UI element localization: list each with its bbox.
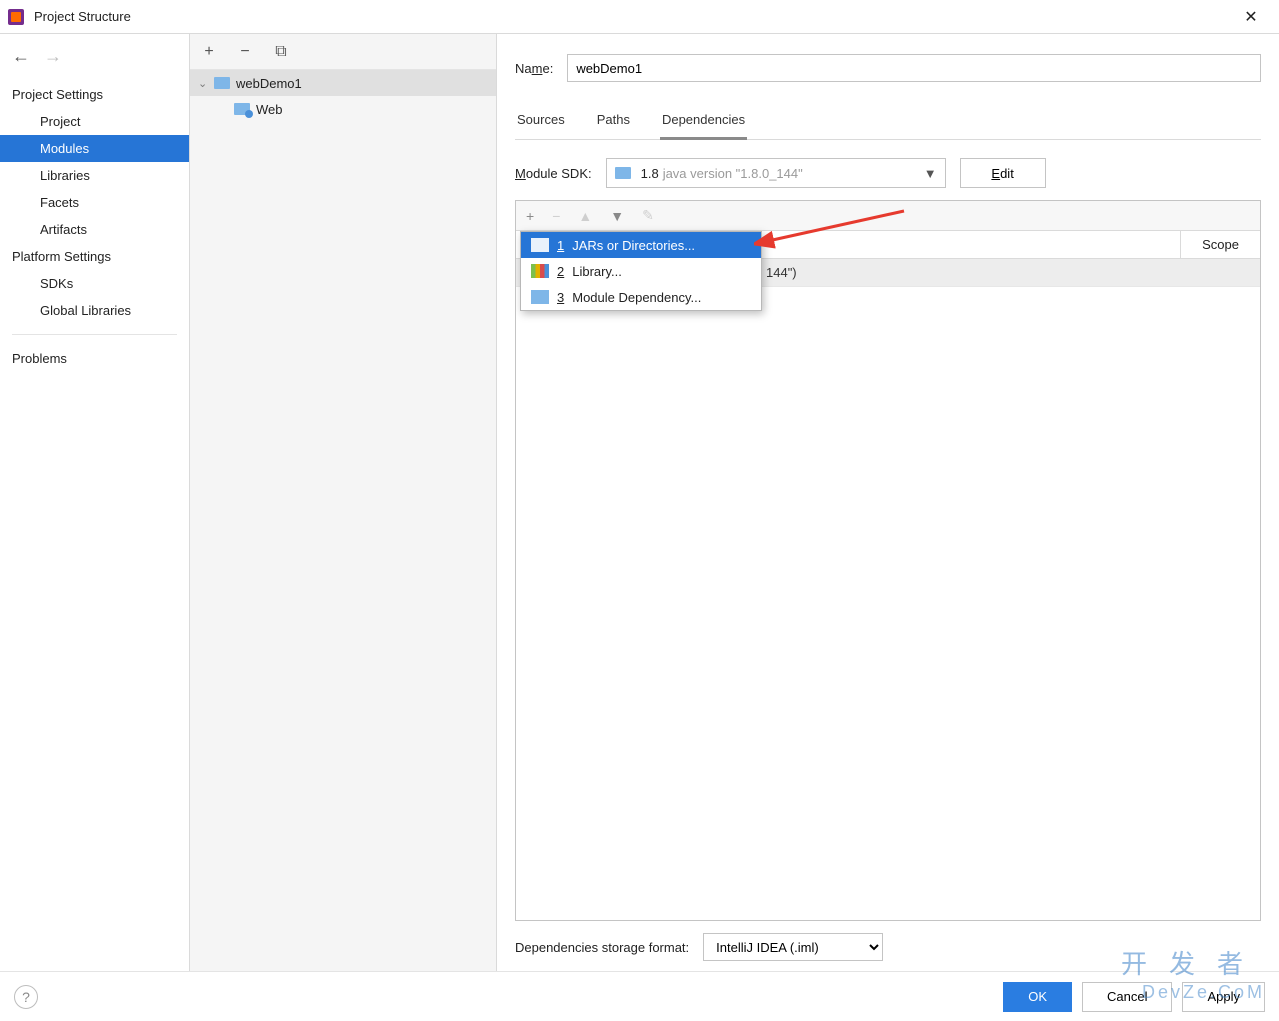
storage-format-row: Dependencies storage format: IntelliJ ID… bbox=[515, 933, 1261, 961]
sidebar-item-facets[interactable]: Facets bbox=[0, 189, 189, 216]
name-input[interactable] bbox=[567, 54, 1261, 82]
sidebar-item-problems[interactable]: Problems bbox=[0, 345, 189, 372]
dialog-body: ← → Project Settings Project Modules Lib… bbox=[0, 34, 1279, 971]
nav-history: ← → bbox=[0, 46, 189, 81]
dropdown-caret-icon: ▼ bbox=[924, 166, 937, 181]
sdk-version: 1.8 bbox=[641, 166, 659, 181]
dialog-footer: ? OK Cancel Apply bbox=[0, 971, 1279, 1021]
ok-button[interactable]: OK bbox=[1003, 982, 1072, 1012]
storage-label: Dependencies storage format: bbox=[515, 940, 689, 955]
add-menu-library[interactable]: 2 Library... bbox=[521, 258, 761, 284]
edit-sdk-button[interactable]: Edit bbox=[960, 158, 1046, 188]
name-label: Name: bbox=[515, 61, 553, 76]
menu-label-3: Module Dependency... bbox=[572, 290, 701, 305]
library-icon bbox=[531, 264, 549, 278]
dep-row-text: 144") bbox=[766, 265, 797, 280]
help-icon[interactable]: ? bbox=[14, 985, 38, 1009]
cancel-button[interactable]: Cancel bbox=[1082, 982, 1172, 1012]
add-menu-module-dep[interactable]: 3 Module Dependency... bbox=[521, 284, 761, 310]
add-menu-jars[interactable]: 1 JARs or Directories... bbox=[521, 232, 761, 258]
dep-up-icon[interactable]: ▲ bbox=[578, 208, 592, 224]
tree-root-label: webDemo1 bbox=[236, 76, 302, 91]
tree-remove-icon[interactable]: − bbox=[236, 43, 254, 61]
menu-label-2: Library... bbox=[572, 264, 622, 279]
sidebar-heading-platform: Platform Settings bbox=[0, 243, 189, 270]
sidebar-heading-project: Project Settings bbox=[0, 81, 189, 108]
menu-label-1: JARs or Directories... bbox=[572, 238, 695, 253]
dep-down-icon[interactable]: ▼ bbox=[610, 208, 624, 224]
tab-paths[interactable]: Paths bbox=[595, 106, 632, 139]
sidebar-item-libraries[interactable]: Libraries bbox=[0, 162, 189, 189]
menu-num-1: 1 bbox=[557, 238, 564, 253]
back-icon[interactable]: ← bbox=[12, 46, 30, 67]
name-row: Name: bbox=[515, 54, 1261, 82]
sidebar-item-artifacts[interactable]: Artifacts bbox=[0, 216, 189, 243]
dep-edit-icon[interactable]: ✎ bbox=[642, 207, 654, 224]
module-sdk-row: Module SDK: 1.8 java version "1.8.0_144"… bbox=[515, 158, 1261, 188]
dependencies-toolbar: + − ▲ ▼ ✎ bbox=[516, 201, 1260, 231]
title-bar: Project Structure ✕ bbox=[0, 0, 1279, 34]
chevron-down-icon[interactable]: ⌄ bbox=[198, 77, 214, 90]
sidebar-item-global-libraries[interactable]: Global Libraries bbox=[0, 297, 189, 324]
sidebar-item-project[interactable]: Project bbox=[0, 108, 189, 135]
tab-sources[interactable]: Sources bbox=[515, 106, 567, 139]
dep-add-icon[interactable]: + bbox=[526, 208, 534, 224]
web-facet-icon bbox=[234, 103, 250, 115]
menu-num-2: 2 bbox=[557, 264, 564, 279]
add-dependency-menu: 1 JARs or Directories... 2 Library... 3 … bbox=[520, 231, 762, 311]
jar-icon bbox=[531, 238, 549, 252]
menu-num-3: 3 bbox=[557, 290, 564, 305]
tree-add-icon[interactable]: + bbox=[200, 43, 218, 61]
tree-copy-icon[interactable]: ⧉ bbox=[272, 43, 290, 61]
sidebar-item-modules[interactable]: Modules bbox=[0, 135, 189, 162]
app-icon bbox=[8, 9, 24, 25]
dep-remove-icon[interactable]: − bbox=[552, 208, 560, 224]
sidebar-divider bbox=[12, 334, 177, 335]
folder-icon bbox=[214, 77, 230, 89]
close-icon[interactable]: ✕ bbox=[1231, 7, 1271, 27]
tree-child-label: Web bbox=[256, 102, 283, 117]
sdk-description: java version "1.8.0_144" bbox=[663, 166, 924, 181]
details-panel: Name: Sources Paths Dependencies Module … bbox=[497, 34, 1279, 971]
sdk-folder-icon bbox=[615, 167, 631, 179]
tree-row-web[interactable]: Web bbox=[190, 96, 496, 122]
window-title: Project Structure bbox=[34, 9, 1231, 24]
dependencies-frame: + − ▲ ▼ ✎ Scope 144") 1 JARs or Director… bbox=[515, 200, 1261, 921]
scope-column-header: Scope bbox=[1180, 231, 1260, 258]
module-icon bbox=[531, 290, 549, 304]
tab-dependencies[interactable]: Dependencies bbox=[660, 106, 747, 140]
forward-icon[interactable]: → bbox=[44, 46, 62, 67]
tree-toolbar: + − ⧉ bbox=[190, 34, 496, 70]
details-tabs: Sources Paths Dependencies bbox=[515, 106, 1261, 140]
sidebar-item-sdks[interactable]: SDKs bbox=[0, 270, 189, 297]
tree-row-root[interactable]: ⌄ webDemo1 bbox=[190, 70, 496, 96]
module-sdk-label: Module SDK: bbox=[515, 166, 592, 181]
apply-button[interactable]: Apply bbox=[1182, 982, 1265, 1012]
sidebar: ← → Project Settings Project Modules Lib… bbox=[0, 34, 190, 971]
module-sdk-dropdown[interactable]: 1.8 java version "1.8.0_144" ▼ bbox=[606, 158, 946, 188]
storage-format-dropdown[interactable]: IntelliJ IDEA (.iml) bbox=[703, 933, 883, 961]
module-tree: + − ⧉ ⌄ webDemo1 Web bbox=[190, 34, 497, 971]
